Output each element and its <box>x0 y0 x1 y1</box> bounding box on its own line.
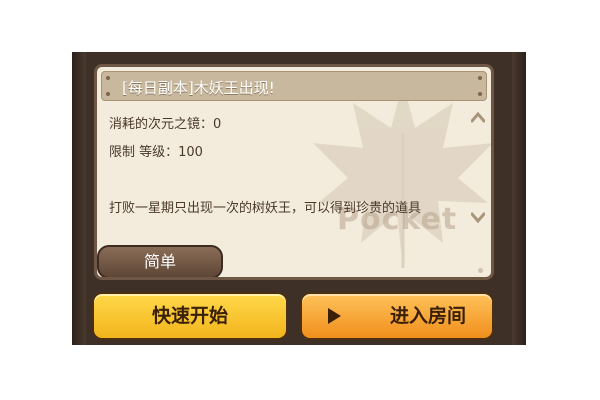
quick-start-button[interactable]: 快速开始 <box>92 292 288 340</box>
dungeon-title-bar: [每日副本]木妖王出现! <box>101 71 487 101</box>
corner-dot <box>106 76 110 80</box>
scroll-position-dot <box>478 268 483 273</box>
quick-start-label: 快速开始 <box>151 305 228 327</box>
enter-room-label: 进入房间 <box>390 305 467 327</box>
corner-dot <box>106 92 110 96</box>
corner-dot <box>478 92 482 96</box>
level-limit-line: 限制 等级：100 <box>109 145 203 160</box>
dungeon-description: 打败一星期只出现一次的树妖王，可以得到珍贵的道具 <box>109 201 422 216</box>
scroll-up-chevron-icon[interactable] <box>471 111 485 123</box>
dungeon-title: [每日副本]木妖王出现! <box>122 79 275 97</box>
corner-dot <box>478 76 482 80</box>
dungeon-info-panel: Pocket [每日副本]木妖王出现! 消耗的次元之镜：0 限制 等级：100 … <box>94 64 494 280</box>
enter-room-button[interactable]: 进入房间 <box>300 292 494 340</box>
frame-edge-right <box>512 52 526 345</box>
cost-line: 消耗的次元之镜：0 <box>109 117 222 132</box>
frame-edge-left <box>72 52 86 345</box>
difficulty-button[interactable]: 简单 <box>97 245 223 277</box>
play-icon <box>328 308 341 324</box>
maple-leaf-watermark-icon <box>313 83 491 268</box>
scroll-down-chevron-icon[interactable] <box>471 212 485 224</box>
